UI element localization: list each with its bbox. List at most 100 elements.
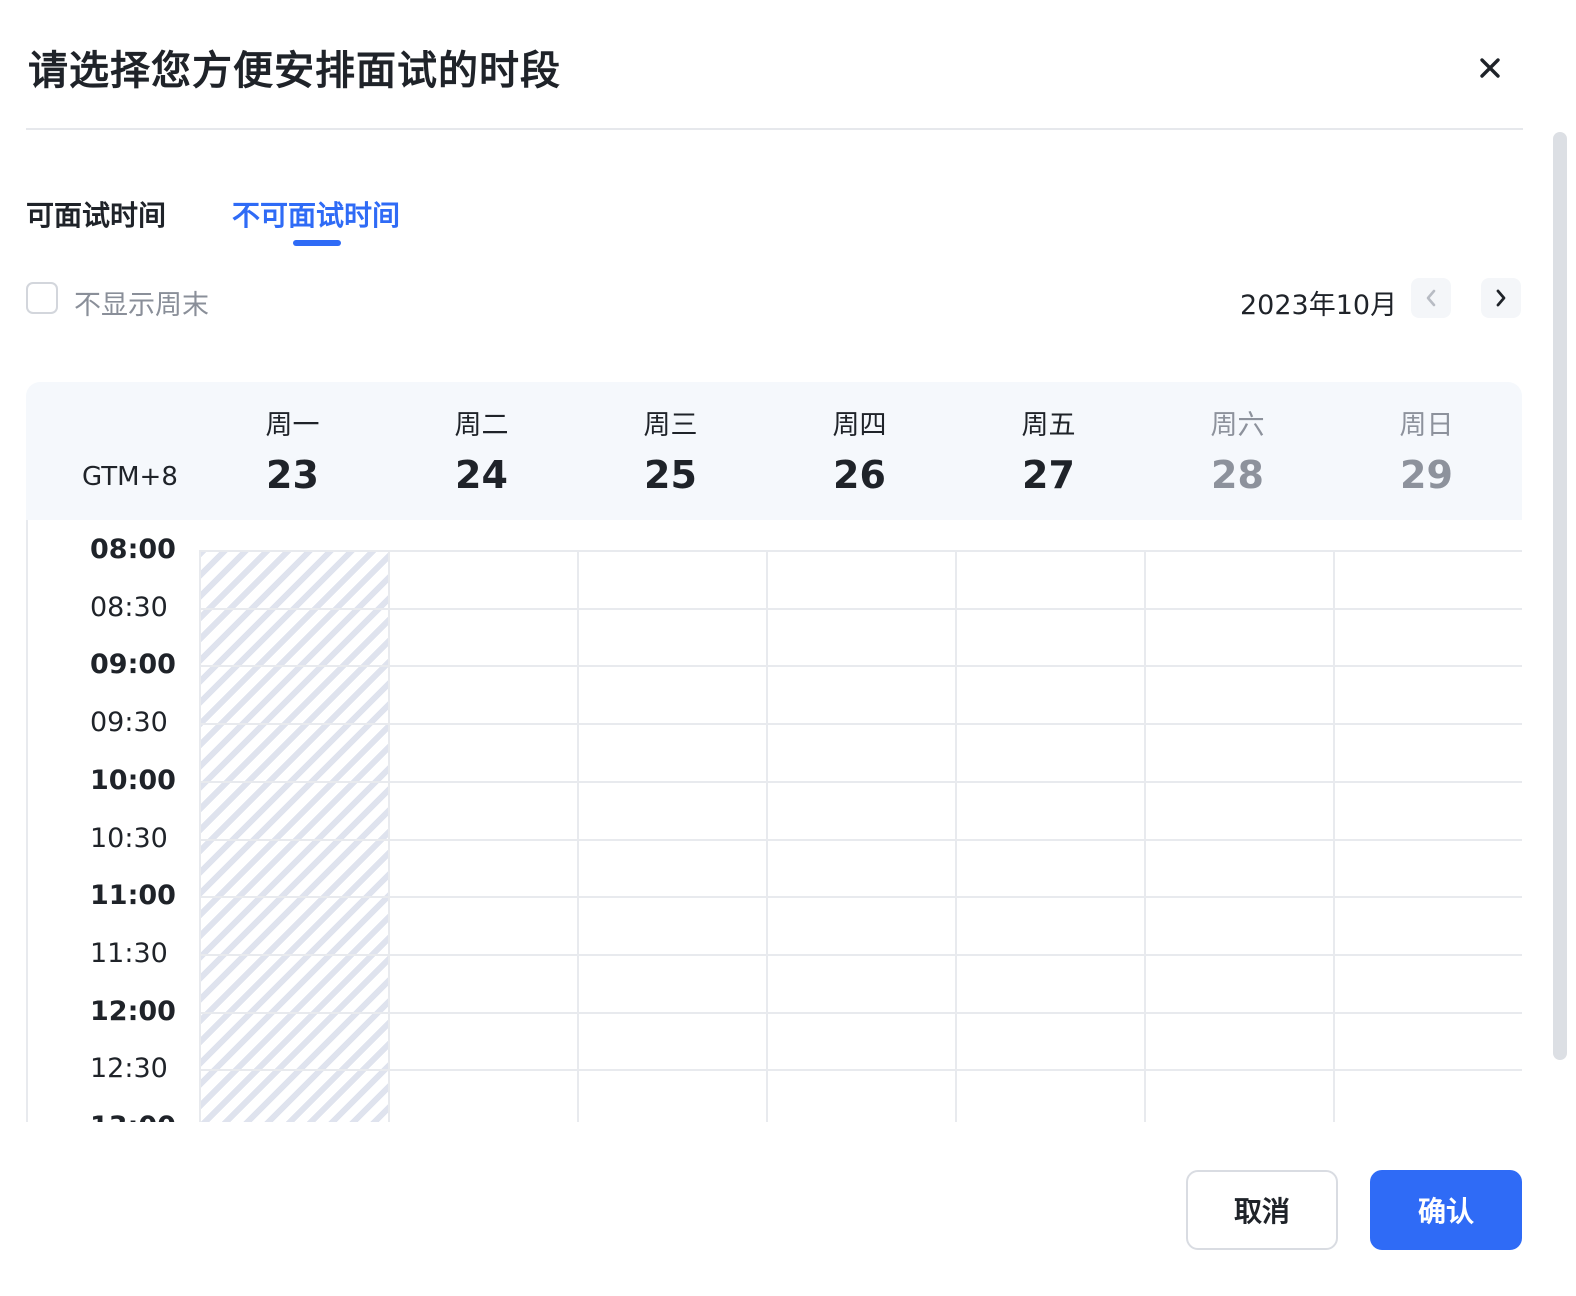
time-slot[interactable] — [767, 896, 956, 954]
next-week-button[interactable] — [1481, 278, 1521, 318]
hide-weekend-checkbox[interactable] — [26, 282, 58, 314]
interview-slot-dialog: 请选择您方便安排面试的时段 可面试时间 不可面试时间 不显示周末 2023年10… — [0, 0, 1576, 1296]
time-slot[interactable] — [767, 723, 956, 781]
time-slot[interactable] — [389, 1012, 578, 1070]
time-slot[interactable] — [578, 665, 767, 723]
time-slot[interactable] — [1145, 665, 1334, 723]
grid-column-line — [1144, 550, 1146, 1122]
time-slot[interactable] — [767, 665, 956, 723]
time-slot[interactable] — [767, 954, 956, 1012]
time-slot[interactable] — [389, 665, 578, 723]
grid-column-line — [199, 550, 201, 1122]
time-slot[interactable] — [1145, 839, 1334, 897]
time-slot[interactable] — [1334, 896, 1522, 954]
hide-weekend-label[interactable]: 不显示周末 — [74, 283, 209, 322]
time-slot[interactable] — [200, 954, 389, 1012]
time-slot[interactable] — [1145, 550, 1334, 608]
confirm-button[interactable]: 确认 — [1370, 1170, 1522, 1250]
time-slot[interactable] — [767, 608, 956, 666]
time-slot[interactable] — [767, 839, 956, 897]
time-slot[interactable] — [200, 665, 389, 723]
time-slot[interactable] — [389, 896, 578, 954]
time-slot[interactable] — [1334, 839, 1522, 897]
time-slot[interactable] — [1334, 550, 1522, 608]
time-slot[interactable] — [200, 781, 389, 839]
time-slot[interactable] — [1334, 954, 1522, 1012]
dialog-title: 请选择您方便安排面试的时段 — [28, 48, 561, 94]
time-slot[interactable] — [578, 1012, 767, 1070]
tab-available-time[interactable]: 可面试时间 — [26, 194, 166, 254]
time-slot[interactable] — [200, 550, 389, 608]
time-slot[interactable] — [389, 608, 578, 666]
day-date: 24 — [455, 453, 508, 497]
time-slot[interactable] — [956, 839, 1145, 897]
prev-week-button[interactable] — [1411, 278, 1451, 318]
day-weekday: 周一 — [265, 410, 320, 441]
time-slot[interactable] — [578, 550, 767, 608]
time-slot[interactable] — [956, 1069, 1145, 1122]
time-slot[interactable] — [389, 550, 578, 608]
cancel-button[interactable]: 取消 — [1186, 1170, 1338, 1250]
time-slot[interactable] — [956, 1012, 1145, 1070]
time-slot[interactable] — [200, 608, 389, 666]
day-weekday: 周五 — [1021, 410, 1076, 441]
time-slot[interactable] — [389, 954, 578, 1012]
time-slot[interactable] — [578, 723, 767, 781]
time-slot[interactable] — [578, 781, 767, 839]
time-slot[interactable] — [1145, 896, 1334, 954]
time-slot[interactable] — [1334, 781, 1522, 839]
time-slot[interactable] — [200, 839, 389, 897]
time-slot[interactable] — [200, 1012, 389, 1070]
time-slot[interactable] — [578, 896, 767, 954]
day-header-2: 周三 25 — [576, 408, 765, 502]
time-slot[interactable] — [1145, 781, 1334, 839]
time-slot[interactable] — [1334, 665, 1522, 723]
time-slot[interactable] — [389, 1069, 578, 1122]
time-slot[interactable] — [389, 723, 578, 781]
time-slot[interactable] — [956, 896, 1145, 954]
day-header-1: 周二 24 — [387, 408, 576, 502]
time-label: 08:00 — [90, 534, 176, 565]
calendar-header: GTM+8 周一 23 周二 24 周三 25 周四 26 周五 27 周六 28 周日 29 — [26, 382, 1522, 520]
close-button[interactable] — [1468, 46, 1512, 90]
time-slot[interactable] — [578, 954, 767, 1012]
time-slot[interactable] — [767, 781, 956, 839]
time-slot[interactable] — [956, 550, 1145, 608]
scrollbar[interactable] — [1553, 132, 1567, 1060]
time-slot[interactable] — [1145, 954, 1334, 1012]
time-slot[interactable] — [389, 839, 578, 897]
time-slot[interactable] — [1145, 1069, 1334, 1122]
time-slot[interactable] — [1334, 1012, 1522, 1070]
time-slot[interactable] — [578, 839, 767, 897]
time-slot[interactable] — [1334, 723, 1522, 781]
time-slot[interactable] — [767, 550, 956, 608]
day-header-0: 周一 23 — [198, 408, 387, 502]
time-slot[interactable] — [578, 1069, 767, 1122]
time-slot[interactable] — [1145, 608, 1334, 666]
day-weekday: 周六 — [1210, 410, 1265, 441]
time-slot[interactable] — [1145, 1012, 1334, 1070]
header-divider — [26, 128, 1523, 130]
time-slot[interactable] — [956, 608, 1145, 666]
time-slot[interactable] — [1334, 608, 1522, 666]
time-slot[interactable] — [578, 608, 767, 666]
day-weekday: 周三 — [643, 410, 698, 441]
time-slot[interactable] — [200, 1069, 389, 1122]
time-slot[interactable] — [956, 665, 1145, 723]
time-slot[interactable] — [767, 1012, 956, 1070]
time-slot[interactable] — [1334, 1069, 1522, 1122]
time-slot[interactable] — [956, 954, 1145, 1012]
time-slot[interactable] — [956, 723, 1145, 781]
time-slot[interactable] — [200, 896, 389, 954]
time-grid[interactable]: 08:00 08:30 09:00 09:30 10:00 10:30 11:00 11:30… — [26, 520, 1522, 1122]
chevron-left-icon — [1426, 289, 1436, 307]
grid-column-line — [577, 550, 579, 1122]
time-label: 11:00 — [90, 880, 176, 912]
time-label: 12:00 — [90, 995, 176, 1027]
day-weekday: 周四 — [832, 410, 887, 441]
time-slot[interactable] — [200, 723, 389, 781]
time-slot[interactable] — [389, 781, 578, 839]
time-slot[interactable] — [1145, 723, 1334, 781]
time-slot[interactable] — [956, 781, 1145, 839]
time-slot[interactable] — [767, 1069, 956, 1122]
